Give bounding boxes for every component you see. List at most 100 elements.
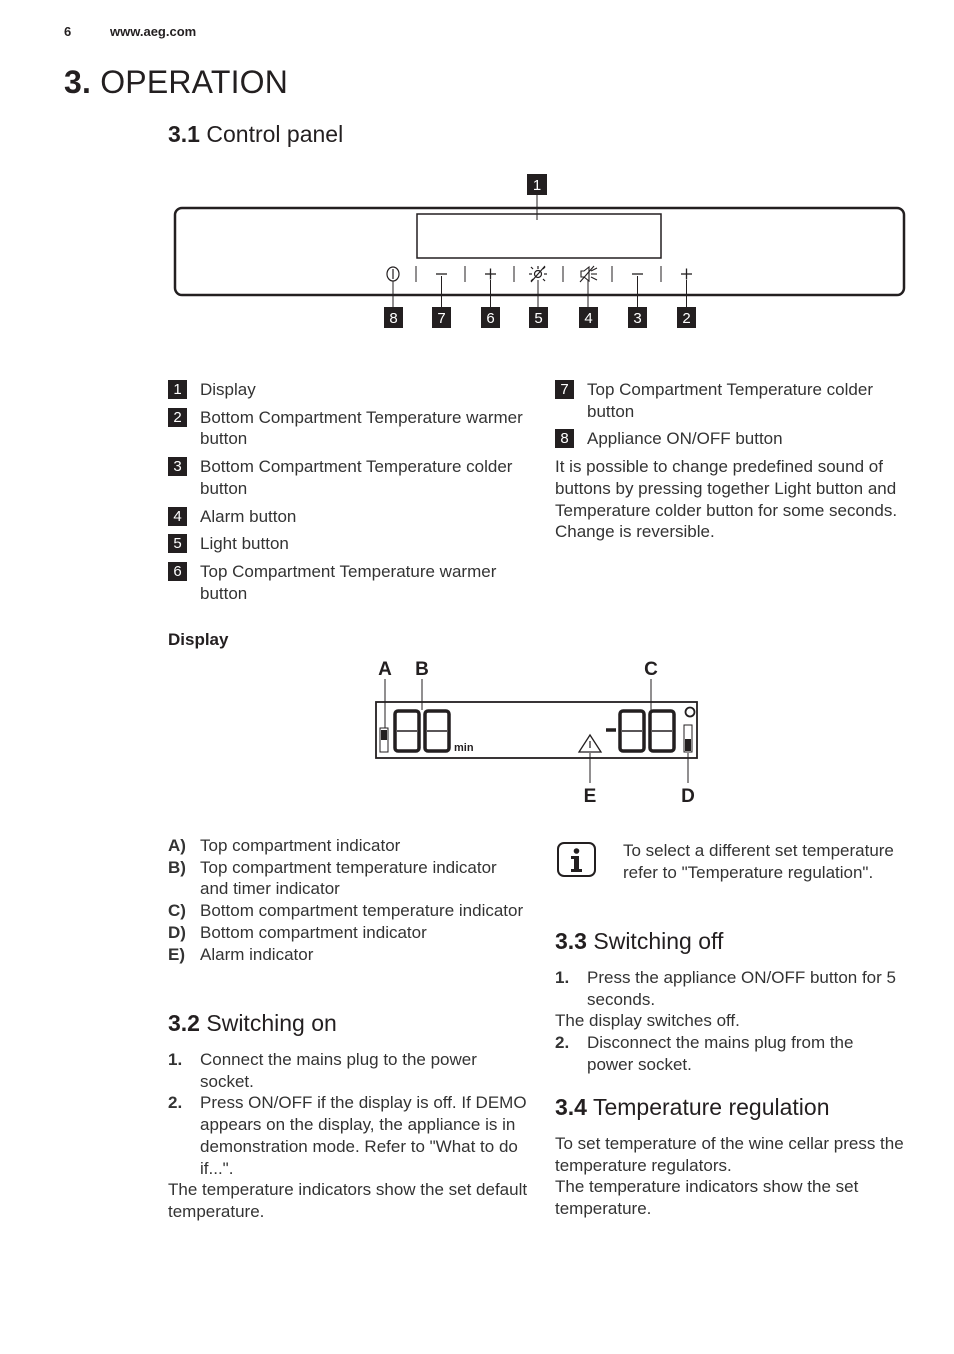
right-digits — [606, 709, 676, 753]
callout-1: 1 — [533, 177, 541, 194]
step-item: 2. Disconnect the mains plug from the po… — [555, 1032, 903, 1075]
heading-number: 3.2 — [168, 1010, 200, 1036]
control-panel-diagram: 1 8 7 6 5 4 3 2 — [173, 174, 906, 328]
step-number: 2. — [555, 1033, 570, 1053]
website-link[interactable]: www.aeg.com — [110, 24, 196, 39]
legend-item: 3 Bottom Compartment Temperature colder … — [168, 456, 528, 499]
legend-badge: 4 — [168, 506, 187, 526]
legend-text: Top compartment indicator — [200, 836, 401, 855]
switching-off-middle: The display switches off. — [555, 1011, 740, 1031]
display-window — [416, 213, 662, 259]
legend-item: 1 Display — [168, 379, 528, 401]
callout-2: 2 — [682, 310, 690, 327]
heading-number: 3.1 — [168, 121, 200, 147]
legend-key: B) — [168, 857, 186, 877]
legend-text: Alarm indicator — [200, 944, 314, 964]
control-panel-heading: 3.1 Control panel — [168, 121, 343, 148]
legend-text: Bottom Compartment Temperature colder bu… — [200, 457, 513, 498]
legend-badge: 1 — [168, 380, 187, 399]
legend-text: Top compartment temperature indicator an… — [200, 857, 497, 899]
info-icon — [557, 842, 596, 877]
step-number: 1. — [168, 1050, 183, 1069]
legend-badge: 8 — [555, 429, 574, 449]
temperature-regulation-text-2: The temperature indicators show the set … — [555, 1177, 859, 1219]
temperature-regulation-text-1: To set temperature of the wine cellar pr… — [555, 1134, 904, 1175]
step-item: 2. Press ON/OFF if the display is off. I… — [168, 1092, 528, 1179]
callout-6: 6 — [486, 310, 494, 327]
heading-number: 3.4 — [555, 1094, 587, 1120]
step-item: 1. Connect the mains plug to the power s… — [168, 1049, 528, 1092]
degree-icon — [684, 706, 696, 718]
switching-on-body: 1. Connect the mains plug to the power s… — [168, 1049, 528, 1223]
legend-item: A) Top compartment indicator — [168, 835, 528, 857]
legend-badge: 6 — [168, 561, 187, 581]
label-b: B — [415, 659, 429, 680]
legend-text: Top Compartment Temperature warmer butto… — [200, 561, 497, 603]
callout-7: 7 — [437, 310, 445, 327]
legend-key: D) — [168, 922, 186, 942]
display-diagram: A B C E D min — [375, 659, 698, 807]
temperature-regulation-heading: 3.4 Temperature regulation — [555, 1094, 830, 1121]
control-legend-right: 7 Top Compartment Temperature colder but… — [555, 379, 900, 543]
label-d: D — [681, 786, 695, 807]
legend-item: 6 Top Compartment Temperature warmer but… — [168, 561, 528, 604]
legend-badge: 2 — [168, 407, 187, 427]
legend-text: Bottom Compartment Temperature warmer bu… — [200, 407, 523, 449]
section-title-text: OPERATION — [100, 64, 289, 100]
label-e: E — [584, 786, 597, 807]
heading-text: Temperature regulation — [592, 1094, 830, 1120]
plus-icon[interactable] — [485, 268, 496, 280]
power-icon[interactable] — [386, 266, 400, 282]
plus-icon[interactable] — [681, 268, 692, 280]
legend-item: 2 Bottom Compartment Temperature warmer … — [168, 407, 528, 450]
step-text: Press ON/OFF if the display is off. If D… — [200, 1093, 527, 1178]
legend-badge: 3 — [168, 457, 187, 477]
legend-item: 5 Light button — [168, 533, 528, 555]
unit-min: min — [454, 742, 474, 754]
legend-text: Appliance ON/OFF button — [587, 429, 783, 449]
display-subheading: Display — [168, 630, 229, 649]
heading-text: Switching off — [593, 928, 724, 954]
legend-badge: 7 — [555, 380, 574, 399]
callout-lines — [392, 276, 687, 307]
callout-4: 4 — [584, 310, 592, 327]
callout-badges-bottom: 8 7 6 5 4 3 2 — [384, 307, 696, 328]
page-number: 6 — [64, 24, 72, 39]
legend-item: C) Bottom compartment temperature indica… — [168, 900, 528, 922]
top-compartment-indicator — [379, 727, 389, 753]
info-note-text: To select a different set temperature re… — [623, 841, 894, 882]
label-a: A — [378, 659, 392, 680]
legend-text: Bottom compartment indicator — [200, 922, 427, 942]
legend-text: Display — [200, 380, 256, 399]
heading-text: Control panel — [206, 121, 344, 147]
alarm-mute-icon[interactable] — [579, 265, 598, 283]
switching-off-heading: 3.3 Switching off — [555, 928, 723, 955]
legend-key: A) — [168, 836, 186, 855]
legend-item: D) Bottom compartment indicator — [168, 922, 528, 944]
legend-text: Bottom compartment temperature indicator — [200, 901, 524, 921]
heading-number: 3.3 — [555, 928, 587, 954]
legend-text: Light button — [200, 534, 289, 554]
button-sound-note: It is possible to change predefined soun… — [555, 457, 898, 542]
panel-outline — [173, 206, 906, 297]
section-number: 3. — [64, 64, 92, 100]
legend-item: 4 Alarm button — [168, 506, 528, 528]
switching-on-after: The temperature indicators show the set … — [168, 1180, 528, 1221]
light-icon[interactable] — [529, 265, 547, 283]
heading-text: Switching on — [206, 1010, 337, 1036]
legend-text: Top Compartment Temperature colder butto… — [587, 380, 873, 421]
callout-8: 8 — [389, 310, 397, 327]
legend-badge: 5 — [168, 534, 187, 554]
left-digits — [393, 709, 451, 753]
bottom-compartment-indicator — [683, 724, 693, 753]
legend-item: B) Top compartment temperature indicator… — [168, 857, 528, 900]
label-c: C — [644, 659, 658, 680]
step-number: 2. — [168, 1093, 183, 1113]
legend-key: E) — [168, 944, 185, 964]
section-title: 3. OPERATION — [64, 64, 288, 101]
temperature-regulation-body: To set temperature of the wine cellar pr… — [555, 1133, 905, 1220]
alarm-indicator-icon — [577, 733, 603, 753]
step-number: 1. — [555, 968, 570, 987]
step-text: Press the appliance ON/OFF button for 5 … — [587, 968, 896, 1009]
legend-text: Alarm button — [200, 506, 297, 526]
